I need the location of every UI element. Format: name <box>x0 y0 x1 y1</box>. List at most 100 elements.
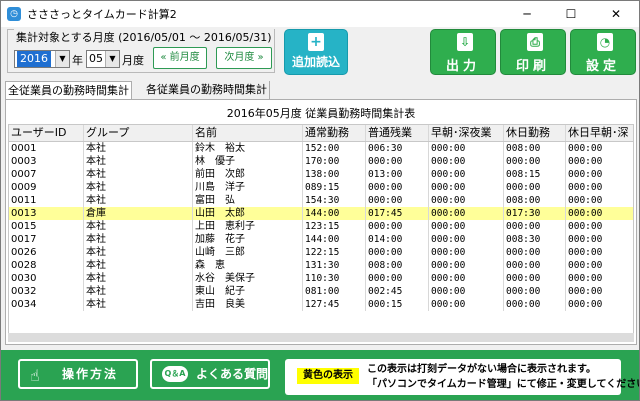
table-cell: 本社 <box>84 259 193 272</box>
table-cell: 000:00 <box>566 285 633 298</box>
table-cell: 0028 <box>9 259 84 272</box>
table-row[interactable]: 0015 本社 上田 恵利子 123:15 000:00 000:00 000:00 000:… <box>9 220 633 233</box>
column-header[interactable]: 名前 <box>193 125 303 141</box>
table-row[interactable]: 0009 本社 川島 洋子 089:15 000:00 000:00 000:00 000:0… <box>9 181 633 194</box>
settings-button[interactable]: ◔ 設定 <box>570 29 636 75</box>
table-cell: 000:00 <box>566 233 633 246</box>
faq-button[interactable]: Q＆A よくある質問 <box>150 359 270 389</box>
table-cell: 0011 <box>9 194 84 207</box>
table-cell: 000:00 <box>429 272 504 285</box>
table-row[interactable]: 0007 本社 前田 次郎 138:00 013:00 000:00 008:15 000:0… <box>9 168 633 181</box>
table-row[interactable]: 0003 本社林 優子 170:00 000:00 000:00 000:00 000:00 <box>9 155 633 168</box>
table-cell: 000:00 <box>429 207 504 220</box>
table-cell: 000:00 <box>366 155 429 168</box>
notice-line-1: この表示は打刻データがない場合に表示されます。 <box>367 364 596 375</box>
table-cell: 000:00 <box>504 259 566 272</box>
table-body: 0001 本社 鈴木 裕太 152:00 006:30 000:00 008:00 000:0… <box>9 142 633 311</box>
table-cell: 170:00 <box>303 155 366 168</box>
column-header[interactable]: ユーザーID <box>9 125 84 141</box>
table-row[interactable]: 0030 本社 水谷 美保子 110:30 000:00 000:00 000:00 000:… <box>9 272 633 285</box>
table-row[interactable]: 0001 本社 鈴木 裕太 152:00 006:30 000:00 008:00 000:0… <box>9 142 633 155</box>
table-row[interactable]: 0028 本社森 恵 131:30 008:00 000:00 000:00 000:00 <box>9 259 633 272</box>
chevron-down-icon[interactable]: ▼ <box>55 51 69 67</box>
table-cell: 本社 <box>84 246 193 259</box>
table-cell: 0003 <box>9 155 84 168</box>
notice-text: この表示は打刻データがない場合に表示されます。 「パソコンでタイムカード管理」に… <box>367 362 639 392</box>
column-header[interactable]: 休日早朝･深 <box>566 125 633 141</box>
minimize-button[interactable]: ─ <box>505 1 549 27</box>
year-unit-label: 年 <box>72 54 83 67</box>
table-cell: 000:00 <box>504 272 566 285</box>
table-cell: 000:00 <box>429 194 504 207</box>
month-select[interactable]: 05 ▼ <box>86 50 120 68</box>
add-load-label: 追加読込 <box>291 55 340 69</box>
table-cell: 000:00 <box>366 181 429 194</box>
yellow-legend-badge: 黄色の表示 <box>297 368 359 384</box>
horizontal-scrollbar[interactable] <box>8 333 634 342</box>
column-header[interactable]: 普通残業 <box>366 125 429 141</box>
summary-table[interactable]: ユーザーID グループ 名前 通常勤務 普通残業 早朝･深夜業 休日勤務 休日早朝･深 000… <box>8 124 634 334</box>
title-bar[interactable]: ◷ さささっとタイムカード計算2 ─ ☐ ✕ <box>1 1 639 27</box>
year-value: 2016 <box>17 51 51 67</box>
app-icon: ◷ <box>7 7 21 21</box>
table-row[interactable]: 0011 本社 富田 弘 154:30 000:00 000:00 008:00 000:00 <box>9 194 633 207</box>
table-cell: 123:15 <box>303 220 366 233</box>
table-cell: 山崎 三郎 <box>193 246 303 259</box>
table-cell: 017:45 <box>366 207 429 220</box>
table-row[interactable]: 0013 倉庫 山田 太郎 144:00 017:45 000:00 017:30 000:0… <box>9 207 633 220</box>
table-cell: 本社 <box>84 168 193 181</box>
table-cell: 本社 <box>84 298 193 311</box>
column-header[interactable]: 早朝･深夜業 <box>429 125 504 141</box>
table-cell: 014:00 <box>366 233 429 246</box>
window-title: さささっとタイムカード計算2 <box>27 8 177 21</box>
close-button[interactable]: ✕ <box>593 1 639 27</box>
chevron-down-icon[interactable]: ▼ <box>105 51 119 67</box>
table-cell: 本社 <box>84 285 193 298</box>
maximize-button[interactable]: ☐ <box>549 1 593 27</box>
table-cell: 000:00 <box>566 272 633 285</box>
table-cell: 000:00 <box>366 246 429 259</box>
tab-all-employees[interactable]: 全従業員の勤務時間集計 <box>5 81 132 99</box>
yellow-legend-notice: 黄色の表示 この表示は打刻データがない場合に表示されます。 「パソコンでタイムカ… <box>285 359 639 395</box>
period-label: 集計対象とする月度 (2016/05/01 〜 2016/05/31) <box>14 29 274 45</box>
table-row[interactable]: 0017 本社 加藤 花子 144:00 014:00 000:00 008:30 000:0… <box>9 233 633 246</box>
table-cell: 000:00 <box>366 220 429 233</box>
table-cell: 008:15 <box>504 168 566 181</box>
manual-button[interactable]: ☝ 操作方法 <box>18 359 138 389</box>
app-window: ◷ さささっとタイムカード計算2 ─ ☐ ✕ 集計対象とする月度 (2016/0… <box>0 0 640 401</box>
table-row[interactable]: 0034 本社 吉田 良美 127:45 000:15 000:00 000:00 000:0… <box>9 298 633 311</box>
column-header[interactable]: 休日勤務 <box>504 125 566 141</box>
table-cell: 000:00 <box>566 298 633 311</box>
table-cell: 000:00 <box>429 246 504 259</box>
faq-label: よくある質問 <box>196 367 269 381</box>
add-load-button[interactable]: + 追加読込 <box>284 29 348 75</box>
qa-bubble-icon: Q＆A <box>162 366 188 382</box>
table-cell: 000:00 <box>429 142 504 155</box>
table-cell: 000:00 <box>566 194 633 207</box>
prev-month-button[interactable]: « 前月度 <box>153 47 207 69</box>
column-header[interactable]: 通常勤務 <box>303 125 366 141</box>
tab-bar: 全従業員の勤務時間集計 各従業員の勤務時間集計 <box>5 81 637 99</box>
print-button[interactable]: ⎙ 印刷 <box>500 29 566 75</box>
next-month-button[interactable]: 次月度 » <box>216 47 272 69</box>
tab-each-employee[interactable]: 各従業員の勤務時間集計 <box>144 81 270 99</box>
report-title: 2016年05月度 従業員勤務時間集計表 <box>226 107 416 120</box>
year-select[interactable]: 2016 ▼ <box>14 50 70 68</box>
table-row[interactable]: 0032 本社 東山 紀子 081:00 002:45 000:00 000:00 000:0… <box>9 285 633 298</box>
table-cell: 110:30 <box>303 272 366 285</box>
table-cell: 000:00 <box>566 181 633 194</box>
table-cell: 富田 弘 <box>193 194 303 207</box>
output-button[interactable]: ⇩ 出力 <box>430 29 496 75</box>
table-cell: 138:00 <box>303 168 366 181</box>
table-cell: 081:00 <box>303 285 366 298</box>
table-cell: 000:00 <box>504 246 566 259</box>
table-cell: 0017 <box>9 233 84 246</box>
table-cell: 008:00 <box>504 194 566 207</box>
window-controls: ─ ☐ ✕ <box>505 1 639 27</box>
table-cell: 本社 <box>84 194 193 207</box>
column-header[interactable]: グループ <box>84 125 193 141</box>
print-label: 印刷 <box>515 59 550 74</box>
table-cell: 008:30 <box>504 233 566 246</box>
table-cell: 000:00 <box>429 168 504 181</box>
table-row[interactable]: 0026 本社 山崎 三郎 122:15 000:00 000:00 000:00 000:0… <box>9 246 633 259</box>
